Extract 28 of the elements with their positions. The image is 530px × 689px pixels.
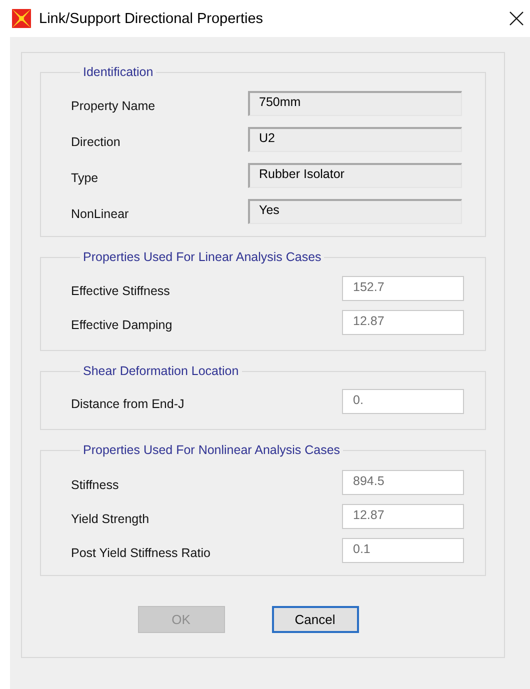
- field-label: Direction: [71, 134, 122, 149]
- input-field[interactable]: 0.: [342, 389, 464, 414]
- group-title: Shear Deformation Location: [82, 364, 240, 379]
- input-field[interactable]: 12.87: [342, 310, 464, 335]
- readonly-field: 750mm: [248, 91, 462, 116]
- close-icon[interactable]: [509, 11, 524, 26]
- input-field[interactable]: 0.1: [342, 538, 464, 563]
- field-label: Post Yield Stiffness Ratio: [71, 545, 212, 560]
- window-title: Link/Support Directional Properties: [39, 10, 264, 26]
- group-title: Identification: [82, 65, 154, 80]
- field-label: Effective Damping: [71, 317, 174, 332]
- app-logo-icon: [11, 8, 32, 29]
- dialog-button[interactable]: Cancel: [272, 606, 358, 633]
- field-label: Type: [71, 170, 100, 185]
- input-field[interactable]: 894.5: [342, 470, 464, 495]
- input-field[interactable]: 12.87: [342, 504, 464, 529]
- field-label: Distance from End-J: [71, 396, 186, 411]
- field-label: NonLinear: [71, 206, 130, 221]
- readonly-field: Rubber Isolator: [248, 163, 462, 188]
- group-title: Properties Used For Nonlinear Analysis Cases: [82, 443, 342, 458]
- field-label: Yield Strength: [71, 511, 150, 526]
- field-label: Effective Stiffness: [71, 283, 171, 298]
- readonly-field: Yes: [248, 199, 462, 224]
- input-field[interactable]: 152.7: [342, 276, 464, 301]
- field-label: Property Name: [71, 98, 156, 113]
- group-title: Properties Used For Linear Analysis Cases: [82, 250, 322, 265]
- readonly-field: U2: [248, 127, 462, 152]
- field-label: Stiffness: [71, 477, 120, 492]
